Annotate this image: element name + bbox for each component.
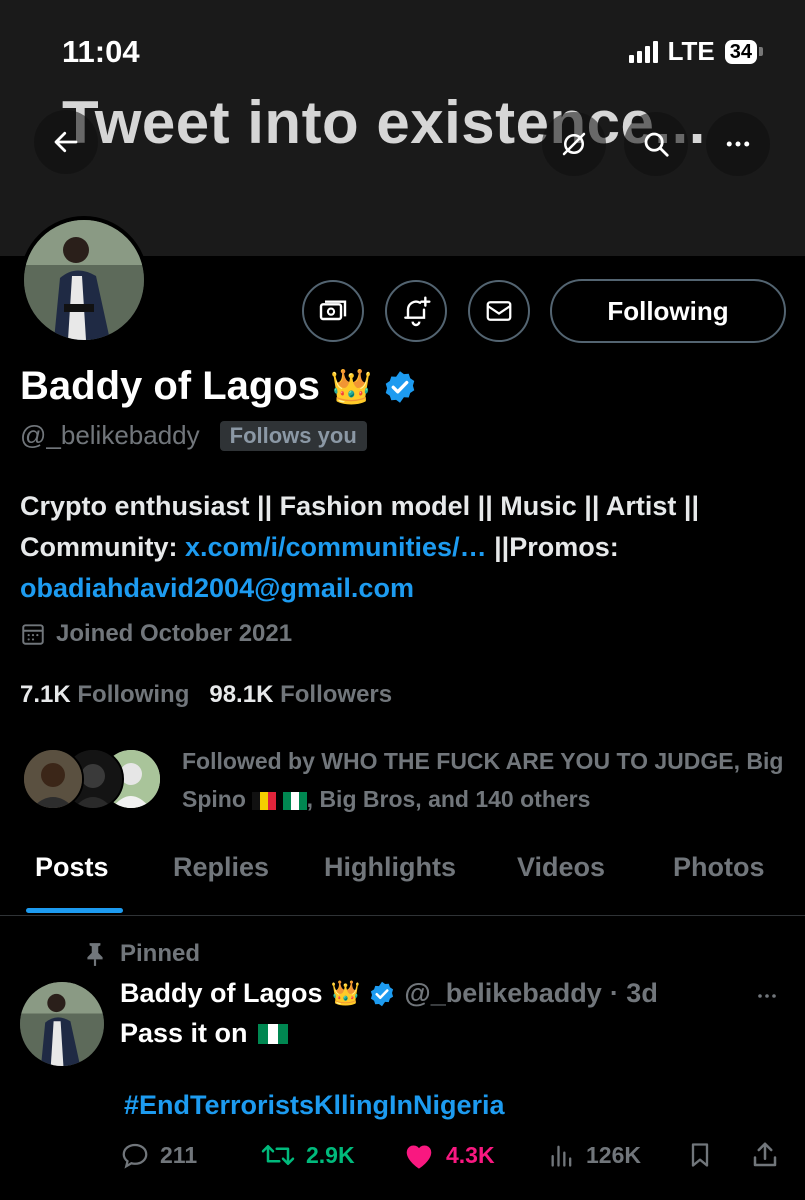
profile-name-text: Baddy of Lagos: [20, 364, 321, 408]
tab-highlights[interactable]: Highlights: [324, 852, 456, 883]
views-count: 126K: [586, 1141, 641, 1168]
tweet-text: Pass it on: [120, 1018, 288, 1049]
pinned-label: Pinned: [84, 940, 200, 968]
status-time: 11:04: [62, 34, 140, 69]
heart-icon: [406, 1145, 432, 1169]
views-icon: [551, 1145, 572, 1167]
tweet-avatar[interactable]: [20, 982, 104, 1066]
tab-replies[interactable]: Replies: [173, 852, 269, 883]
network-label: LTE: [667, 36, 715, 66]
follow-counts: 7.1K Following 98.1K Followers: [20, 681, 392, 709]
grok-icon: [562, 132, 586, 156]
bookmark-button[interactable]: [686, 1140, 714, 1170]
more-icon: [726, 141, 750, 147]
tweet-body: Pass it on: [120, 1018, 248, 1048]
avatar-photo: [24, 220, 144, 340]
tab-posts[interactable]: Posts: [35, 852, 109, 883]
nigeria-flag-icon: [282, 791, 307, 810]
back-arrow-icon: [54, 131, 78, 153]
reply-count: 211: [160, 1141, 198, 1168]
search-icon: [644, 132, 669, 157]
share-icon: [753, 1142, 777, 1167]
tweet-actions: 211 2.9K 4.3K 126K: [120, 1140, 790, 1180]
tweet-time[interactable]: · 3d: [610, 978, 658, 1009]
bio-promos: ||Promos:: [486, 532, 619, 562]
following-link[interactable]: 7.1K Following: [20, 681, 189, 709]
repost-count: 2.9K: [306, 1141, 355, 1168]
active-tab-indicator: [26, 908, 123, 913]
notify-button[interactable]: [385, 280, 447, 342]
tab-photos[interactable]: Photos: [673, 852, 765, 883]
verified-badge-icon: [371, 981, 394, 1006]
like-button[interactable]: 4.3K: [402, 1140, 495, 1170]
avatar-photo: [20, 982, 104, 1066]
subscribe-icon: [319, 300, 347, 321]
bell-plus-icon: [404, 296, 431, 327]
subscribe-button[interactable]: [302, 280, 364, 342]
repost-icon: [261, 1145, 295, 1165]
views-button[interactable]: 126K: [548, 1140, 641, 1170]
verified-badge-icon[interactable]: [382, 369, 418, 405]
repost-button[interactable]: 2.9K: [260, 1140, 355, 1170]
tweet-hashtag-link[interactable]: #EndTerroristsKllingInNigeria: [124, 1090, 505, 1121]
following-count: 7.1K: [20, 681, 71, 708]
more-button[interactable]: [706, 112, 770, 176]
calendar-icon: [22, 624, 44, 645]
joined-date: Joined October 2021: [20, 620, 292, 648]
banner-title: Tweet into existence...: [62, 89, 706, 156]
tweet-author-handle[interactable]: @_belikebaddy: [404, 978, 601, 1009]
community-link[interactable]: x.com/i/communities/…: [185, 532, 487, 562]
follows-you-badge: Follows you: [219, 420, 367, 451]
message-button[interactable]: [468, 280, 530, 342]
following-label: Following: [77, 681, 190, 708]
status-indicators: LTE 34: [628, 36, 763, 67]
pinned-text: Pinned: [120, 940, 201, 967]
back-button[interactable]: [34, 110, 98, 174]
followers-label: Followers: [280, 681, 393, 708]
nigeria-flag-icon: [257, 1023, 288, 1044]
belgium-flag-icon: [252, 791, 277, 810]
profile-name: Baddy of Lagos 👑: [20, 364, 418, 409]
profile-avatar[interactable]: [20, 216, 148, 344]
following-button[interactable]: Following: [550, 279, 786, 343]
battery-level: 34: [724, 39, 757, 64]
handle-row: @_belikebaddy Follows you: [20, 420, 367, 451]
tweet-header: Baddy of Lagos 👑 @_belikebaddy · 3d: [120, 978, 658, 1009]
more-icon: [758, 994, 776, 998]
reply-button[interactable]: 211: [120, 1140, 197, 1170]
tweet-author-name[interactable]: Baddy of Lagos: [120, 978, 323, 1009]
profile-handle: @_belikebaddy: [20, 420, 200, 450]
reply-icon: [122, 1143, 148, 1169]
followers-count: 98.1K: [209, 681, 274, 708]
crown-emoji: 👑: [330, 367, 373, 406]
crown-emoji: 👑: [330, 980, 361, 1007]
profile-bio: Crypto enthusiast || Fashion model || Mu…: [20, 486, 790, 609]
bookmark-icon: [691, 1143, 709, 1167]
tab-videos[interactable]: Videos: [517, 852, 605, 883]
followers-link[interactable]: 98.1K Followers: [209, 681, 392, 709]
signal-icon: [628, 40, 658, 63]
battery-icon: 34: [724, 39, 763, 64]
mail-icon: [486, 301, 512, 321]
like-count: 4.3K: [446, 1141, 495, 1168]
grok-button[interactable]: [542, 112, 606, 176]
profile-tabs: Posts Replies Highlights Videos Photos: [0, 840, 805, 916]
search-button[interactable]: [624, 112, 688, 176]
email-link[interactable]: obadiahdavid2004@gmail.com: [20, 573, 414, 603]
tweet-more-button[interactable]: [752, 984, 782, 1013]
follower-avatar[interactable]: [22, 748, 84, 810]
followed-by-text[interactable]: Followed by WHO THE FUCK ARE YOU TO JUDG…: [182, 742, 792, 818]
pin-icon: [87, 943, 103, 966]
joined-text: Joined October 2021: [56, 620, 293, 647]
share-button[interactable]: [750, 1140, 780, 1170]
